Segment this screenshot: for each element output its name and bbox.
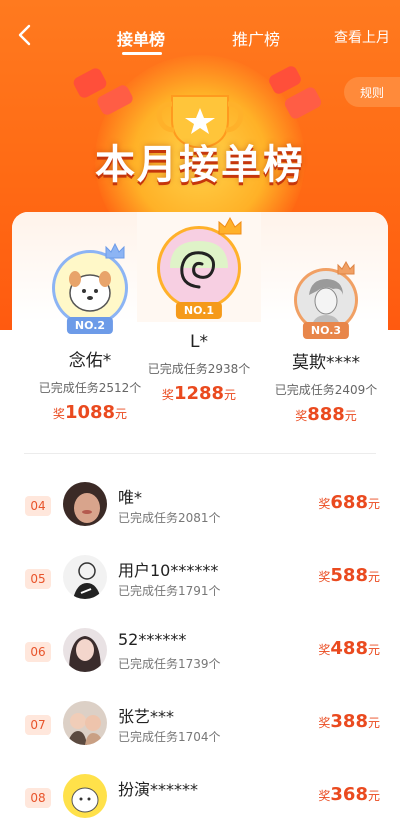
reward-amount: 688: [330, 492, 368, 513]
crown-icon: [337, 260, 355, 275]
reward-unit: 元: [224, 388, 237, 402]
podium-reward: 奖1288元: [139, 383, 259, 404]
reward-unit: 元: [367, 643, 380, 657]
list-reward: 奖368元: [318, 784, 380, 805]
list-done-count: 已完成任务2081个: [118, 511, 221, 525]
list-item[interactable]: 04 唯* 已完成任务2081个 奖688元: [12, 474, 388, 546]
sketch-portrait-icon: [297, 271, 355, 329]
podium-done-count: 已完成任务2938个: [147, 362, 251, 376]
list-reward: 奖688元: [318, 492, 380, 513]
reward-prefix: 奖: [52, 407, 65, 421]
list-name: 52******: [118, 630, 187, 649]
list-reward: 奖488元: [318, 638, 380, 659]
reward-amount: 888: [307, 404, 345, 425]
list-item[interactable]: 07 张艺*** 已完成任务1704个 奖388元: [12, 693, 388, 765]
face-photo-icon: [63, 482, 107, 526]
reward-amount: 588: [330, 565, 368, 586]
podium-first[interactable]: NO.1 L* 已完成任务2938个 奖1288元: [139, 216, 259, 404]
reward-prefix: 奖: [161, 388, 174, 402]
rank-number: 04: [25, 496, 51, 516]
podium-done-count: 已完成任务2512个: [38, 381, 142, 395]
crown-icon: [105, 242, 125, 259]
rank-badge: NO.1: [175, 302, 223, 319]
list-item[interactable]: 05 用户10****** 已完成任务1791个 奖588元: [12, 547, 388, 619]
rank-number: 06: [25, 642, 51, 662]
reward-prefix: 奖: [318, 570, 331, 584]
reward-amount: 488: [330, 638, 368, 659]
list-reward: 奖388元: [318, 711, 380, 732]
view-last-month-link[interactable]: 查看上月: [334, 27, 390, 47]
podium-name: 念佑*: [68, 351, 112, 371]
avatar: NO.1: [157, 216, 242, 319]
rank-badge: NO.2: [66, 317, 114, 334]
reward-prefix: 奖: [318, 789, 331, 803]
crown-icon: [218, 216, 242, 235]
reward-amount: 1088: [64, 402, 116, 423]
active-tab-indicator: [122, 52, 162, 55]
reward-unit: 元: [367, 497, 380, 511]
ranking-card: NO.2 念佑* 已完成任务2512个 奖1088元 NO.1 L* 已完成任务…: [12, 212, 388, 822]
reward-amount: 1288: [173, 383, 225, 404]
top-nav: 接单榜 推广榜 查看上月: [0, 0, 400, 70]
list-done-count: 已完成任务1791个: [118, 584, 221, 598]
reward-unit: 元: [344, 409, 357, 423]
list-name: 扮演******: [118, 780, 199, 799]
avatar: NO.2: [52, 242, 128, 334]
reward-prefix: 奖: [318, 643, 331, 657]
reward-unit: 元: [367, 716, 380, 730]
rank-badge: NO.3: [302, 322, 350, 339]
tab-promo-rank[interactable]: 推广榜: [232, 26, 280, 50]
rules-button[interactable]: 规则: [344, 77, 400, 107]
list-name: 唯*: [118, 488, 143, 507]
swirl-avatar-icon: [160, 229, 238, 307]
divider: [24, 453, 376, 454]
list-reward: 奖588元: [318, 565, 380, 586]
sketch-figure-icon: [63, 555, 107, 599]
list-item[interactable]: 06 52****** 已完成任务1739个 奖488元: [12, 620, 388, 692]
reward-unit: 元: [367, 789, 380, 803]
back-arrow-icon[interactable]: [12, 22, 38, 48]
avatar: NO.3: [294, 260, 358, 339]
podium-second[interactable]: NO.2 念佑* 已完成任务2512个 奖1088元: [30, 242, 150, 423]
cartoon-dog-icon: [63, 774, 107, 818]
podium-name: 莫欺****: [292, 353, 360, 373]
reward-unit: 元: [115, 407, 128, 421]
rank-number: 08: [25, 788, 51, 808]
reward-amount: 388: [330, 711, 368, 732]
reward-amount: 368: [330, 784, 368, 805]
podium-reward: 奖1088元: [30, 402, 150, 423]
list-name: 用户10******: [118, 561, 219, 580]
kids-photo-icon: [63, 701, 107, 745]
board-title: 本月接单榜: [95, 142, 305, 188]
reward-unit: 元: [367, 570, 380, 584]
reward-prefix: 奖: [295, 409, 308, 423]
rank-number: 07: [25, 715, 51, 735]
tab-order-rank[interactable]: 接单榜: [117, 26, 165, 50]
woman-photo-icon: [63, 628, 107, 672]
list-done-count: 已完成任务1704个: [118, 730, 221, 744]
list-done-count: 已完成任务1739个: [118, 657, 221, 671]
podium-reward: 奖888元: [264, 404, 388, 425]
reward-prefix: 奖: [318, 716, 331, 730]
reward-prefix: 奖: [318, 497, 331, 511]
rank-number: 05: [25, 569, 51, 589]
list-item[interactable]: 08 扮演****** 奖368元: [12, 766, 388, 822]
podium-name: L*: [190, 332, 208, 352]
podium-done-count: 已完成任务2409个: [274, 383, 378, 397]
cartoon-dog-icon: [55, 253, 125, 323]
list-name: 张艺***: [118, 707, 175, 726]
podium-third[interactable]: NO.3 莫欺**** 已完成任务2409个 奖888元: [264, 260, 388, 425]
